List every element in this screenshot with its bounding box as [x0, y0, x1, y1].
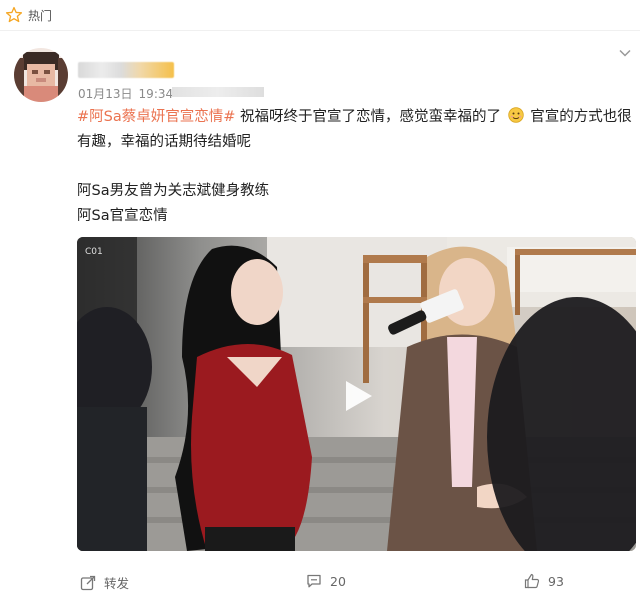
post-line-2: 阿Sa男友曾为关志斌健身教练 [77, 183, 270, 199]
post-date: 01月13日 [78, 87, 133, 101]
hashtag-link[interactable]: #阿Sa蔡卓妍官宣恋情# [77, 109, 235, 125]
comment-button[interactable]: 20 [306, 573, 346, 589]
comment-count: 20 [330, 573, 346, 589]
post-time: 19:34 [138, 87, 174, 101]
chevron-down-icon[interactable] [618, 46, 632, 60]
top-strip: 热门 [0, 0, 640, 31]
play-icon[interactable] [340, 378, 376, 414]
source-blurred [172, 87, 264, 97]
video-player[interactable]: C01 [77, 237, 636, 551]
action-bar: 转发 20 93 [0, 566, 640, 594]
post-meta: 01月13日 19:34 [78, 85, 173, 102]
like-count: 93 [548, 573, 564, 589]
username-blurred[interactable] [78, 62, 174, 78]
avatar[interactable] [14, 48, 68, 102]
post-body: #阿Sa蔡卓妍官宣恋情# 祝福呀终于官宣了恋情，感觉蛮幸福的了 官宣的方式也很有… [77, 105, 633, 229]
star-icon [5, 6, 23, 23]
emoji-icon [507, 107, 524, 123]
thumbs-up-icon [524, 573, 540, 589]
video-watermark: C01 [85, 247, 103, 257]
repost-label: 转发 [104, 576, 130, 591]
comment-icon [307, 574, 321, 588]
repost-button[interactable]: 转发 [80, 573, 129, 592]
hot-label: 热门 [28, 9, 53, 23]
post-line-3: 阿Sa官宣恋情 [77, 208, 168, 224]
repost-icon [80, 575, 96, 590]
post-paragraph-1: #阿Sa蔡卓妍官宣恋情# 祝福呀终于官宣了恋情，感觉蛮幸福的了 官宣的方式也很有… [77, 105, 633, 155]
like-button[interactable]: 93 [524, 573, 564, 589]
post-text-1: 祝福呀终于官宣了恋情，感觉蛮幸福的了 [240, 109, 501, 125]
